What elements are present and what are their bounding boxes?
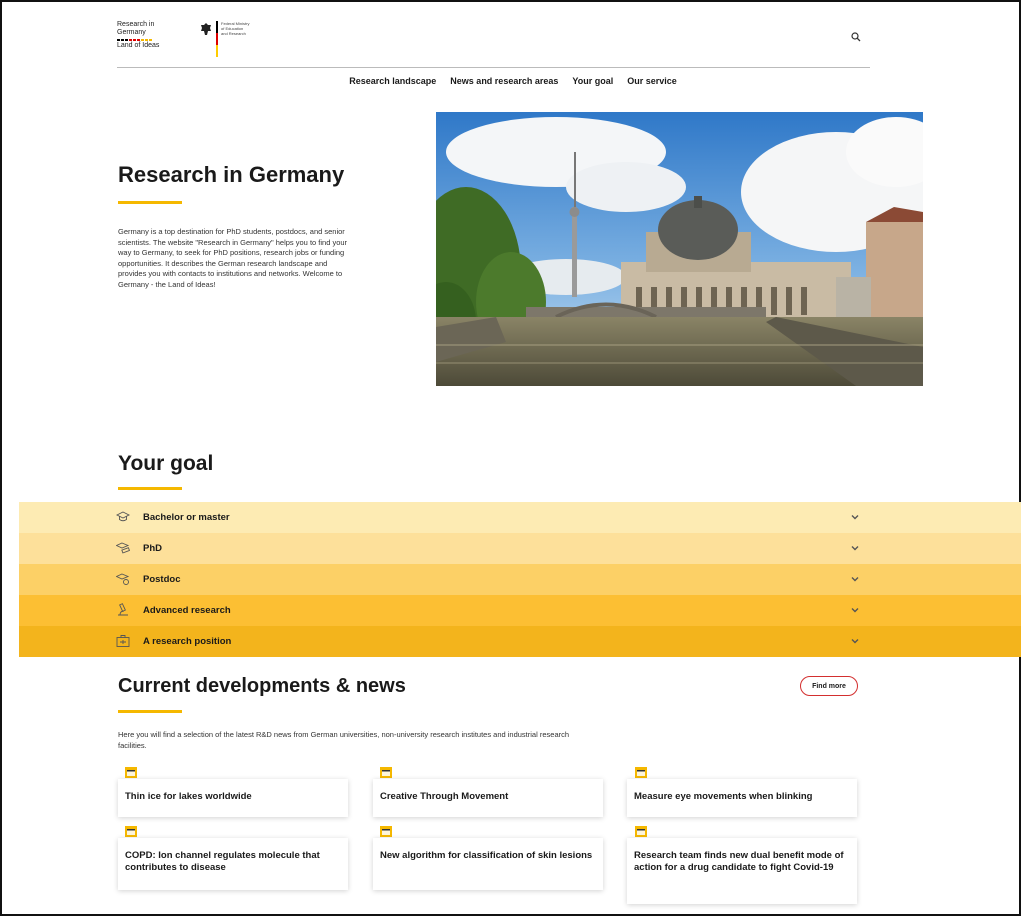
find-more-button[interactable]: Find more (800, 676, 858, 696)
accordion-advanced-research[interactable]: Advanced research (19, 595, 1021, 626)
diploma-icon (116, 573, 130, 585)
ministry-name: Federal Ministry of Education and Resear… (221, 21, 261, 36)
goal-section-title: Your goal (118, 452, 214, 475)
ministry-flag-bar (216, 21, 218, 57)
accordion-label-phd: PhD (143, 543, 162, 554)
news-card[interactable]: Creative Through Movement (373, 779, 603, 817)
chevron-down-icon[interactable] (851, 513, 859, 521)
hero-title: Research in Germany (118, 162, 345, 187)
nav-news-research-areas[interactable]: News and research areas (450, 76, 558, 86)
news-section-title: Current developments & news (118, 675, 406, 697)
news-calendar-icon (125, 767, 137, 778)
graduation-scroll-icon (116, 542, 130, 554)
site-logo[interactable]: Research in Germany Land of Ideas (117, 21, 197, 50)
hero-title-underline (118, 201, 182, 204)
news-title-underline (118, 710, 182, 713)
news-card-title: COPD: Ion channel regulates molecule tha… (125, 850, 320, 873)
accordion-research-position[interactable]: A research position (19, 626, 1021, 657)
news-calendar-icon (380, 767, 392, 778)
news-calendar-icon (635, 826, 647, 837)
goal-title-underline (118, 487, 182, 490)
chevron-down-icon[interactable] (851, 606, 859, 614)
chevron-down-icon[interactable] (851, 637, 859, 645)
news-card-title: Measure eye movements when blinking (634, 791, 813, 802)
accordion-label-bachelor-master: Bachelor or master (143, 512, 230, 523)
news-card[interactable]: COPD: Ion channel regulates molecule tha… (118, 838, 348, 890)
nav-research-landscape[interactable]: Research landscape (349, 76, 436, 86)
accordion-label-advanced-research: Advanced research (143, 605, 231, 616)
nav-our-service[interactable]: Our service (627, 76, 677, 86)
logo-title-line1: Research in (117, 21, 155, 28)
accordion-bachelor-master[interactable]: Bachelor or master (19, 502, 1021, 533)
news-description: Here you will find a selection of the la… (118, 730, 570, 750)
accordion-postdoc[interactable]: Postdoc (19, 564, 1021, 595)
hero-description: Germany is a top destination for PhD stu… (118, 227, 348, 289)
news-card-title: Thin ice for lakes worldwide (125, 791, 252, 802)
accordion-label-postdoc: Postdoc (143, 574, 181, 585)
accordion-phd[interactable]: PhD (19, 533, 1021, 564)
graduation-cap-icon (116, 511, 130, 522)
accordion-label-research-position: A research position (143, 636, 232, 647)
news-card[interactable]: Research team finds new dual benefit mod… (627, 838, 857, 904)
news-calendar-icon (635, 767, 647, 778)
nav-your-goal[interactable]: Your goal (572, 76, 613, 86)
news-calendar-icon (380, 826, 392, 837)
news-card[interactable]: Measure eye movements when blinking (627, 779, 857, 817)
hero-image-berlin-museum (436, 112, 923, 386)
chevron-down-icon[interactable] (851, 575, 859, 583)
logo-dots (117, 39, 197, 41)
logo-subtitle: Land of Ideas (117, 42, 160, 49)
microscope-icon (118, 603, 128, 616)
briefcase-icon (116, 635, 130, 647)
header-divider (117, 67, 870, 68)
search-icon[interactable] (851, 32, 861, 42)
news-card[interactable]: New algorithm for classification of skin… (373, 838, 603, 890)
chevron-down-icon[interactable] (851, 544, 859, 552)
news-card-title: Research team finds new dual benefit mod… (634, 850, 844, 873)
federal-eagle-icon (201, 23, 211, 35)
logo-title-line2: Germany (117, 29, 146, 36)
ministry-line-3: and Research (221, 31, 246, 36)
news-card[interactable]: Thin ice for lakes worldwide (118, 779, 348, 817)
news-calendar-icon (125, 826, 137, 837)
news-card-title: New algorithm for classification of skin… (380, 850, 593, 861)
main-navigation: Research landscape News and research are… (0, 76, 1021, 86)
news-card-title: Creative Through Movement (380, 791, 509, 802)
